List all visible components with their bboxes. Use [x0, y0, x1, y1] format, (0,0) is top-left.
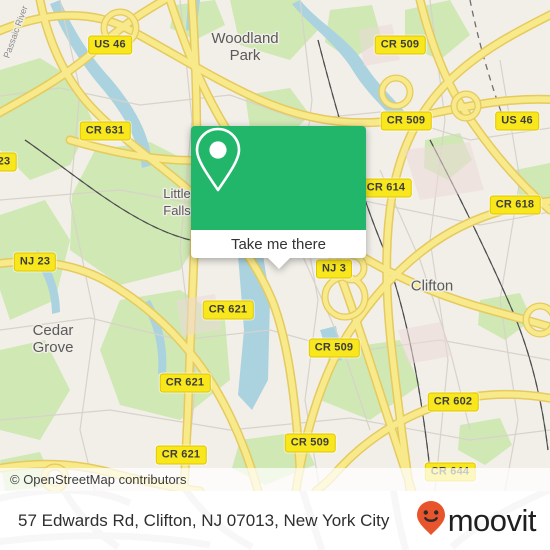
map-canvas[interactable]: Woodland Park Little Falls Cedar Grove C…: [0, 0, 550, 491]
moovit-logo[interactable]: moovit: [416, 500, 537, 541]
road-shield-us-46-nw: US 46: [88, 35, 132, 55]
moovit-map-screenshot: Woodland Park Little Falls Cedar Grove C…: [0, 0, 550, 550]
road-shield-nj-23-edge: 23: [0, 152, 17, 172]
popup-tail: [267, 258, 290, 269]
moovit-smiley-pin-icon: [416, 500, 446, 541]
take-me-there-label: Take me there: [230, 235, 327, 253]
osm-attribution[interactable]: © OpenStreetMap contributors: [10, 472, 187, 487]
place-label-cedar-grove: Cedar Grove: [32, 322, 74, 356]
take-me-there-button[interactable]: Take me there: [191, 230, 366, 258]
place-label-woodland-park: Woodland Park: [211, 30, 279, 64]
place-label-clifton: Clifton: [410, 277, 454, 295]
road-shield-cr-509-sw: CR 509: [284, 433, 336, 453]
moovit-wordmark: moovit: [447, 503, 537, 538]
road-shield-us-46-ne: US 46: [495, 111, 539, 131]
place-label-little-falls: Little Falls: [163, 186, 191, 218]
road-shield-cr-614: CR 614: [360, 178, 412, 198]
road-shield-cr-602: CR 602: [427, 392, 479, 412]
popup-header: [191, 126, 366, 230]
road-shield-nj-23: NJ 23: [13, 252, 57, 272]
footer-bar: 57 Edwards Rd, Clifton, NJ 07013, New Yo…: [0, 491, 550, 550]
road-shield-cr-509-e: CR 509: [380, 111, 432, 131]
destination-popup-card[interactable]: Take me there: [191, 126, 366, 269]
road-shield-cr-618: CR 618: [489, 195, 541, 215]
road-shield-nj-3: NJ 3: [315, 259, 353, 279]
road-shield-cr-621-c: CR 621: [155, 445, 207, 465]
road-shield-cr-631: CR 631: [79, 121, 131, 141]
road-shield-cr-509-ne: CR 509: [374, 35, 426, 55]
road-shield-cr-621-a: CR 621: [202, 300, 254, 320]
address-text: 57 Edwards Rd, Clifton, NJ 07013, New Yo…: [18, 510, 390, 530]
road-shield-cr-509-s: CR 509: [308, 338, 360, 358]
road-shield-cr-621-b: CR 621: [159, 373, 211, 393]
